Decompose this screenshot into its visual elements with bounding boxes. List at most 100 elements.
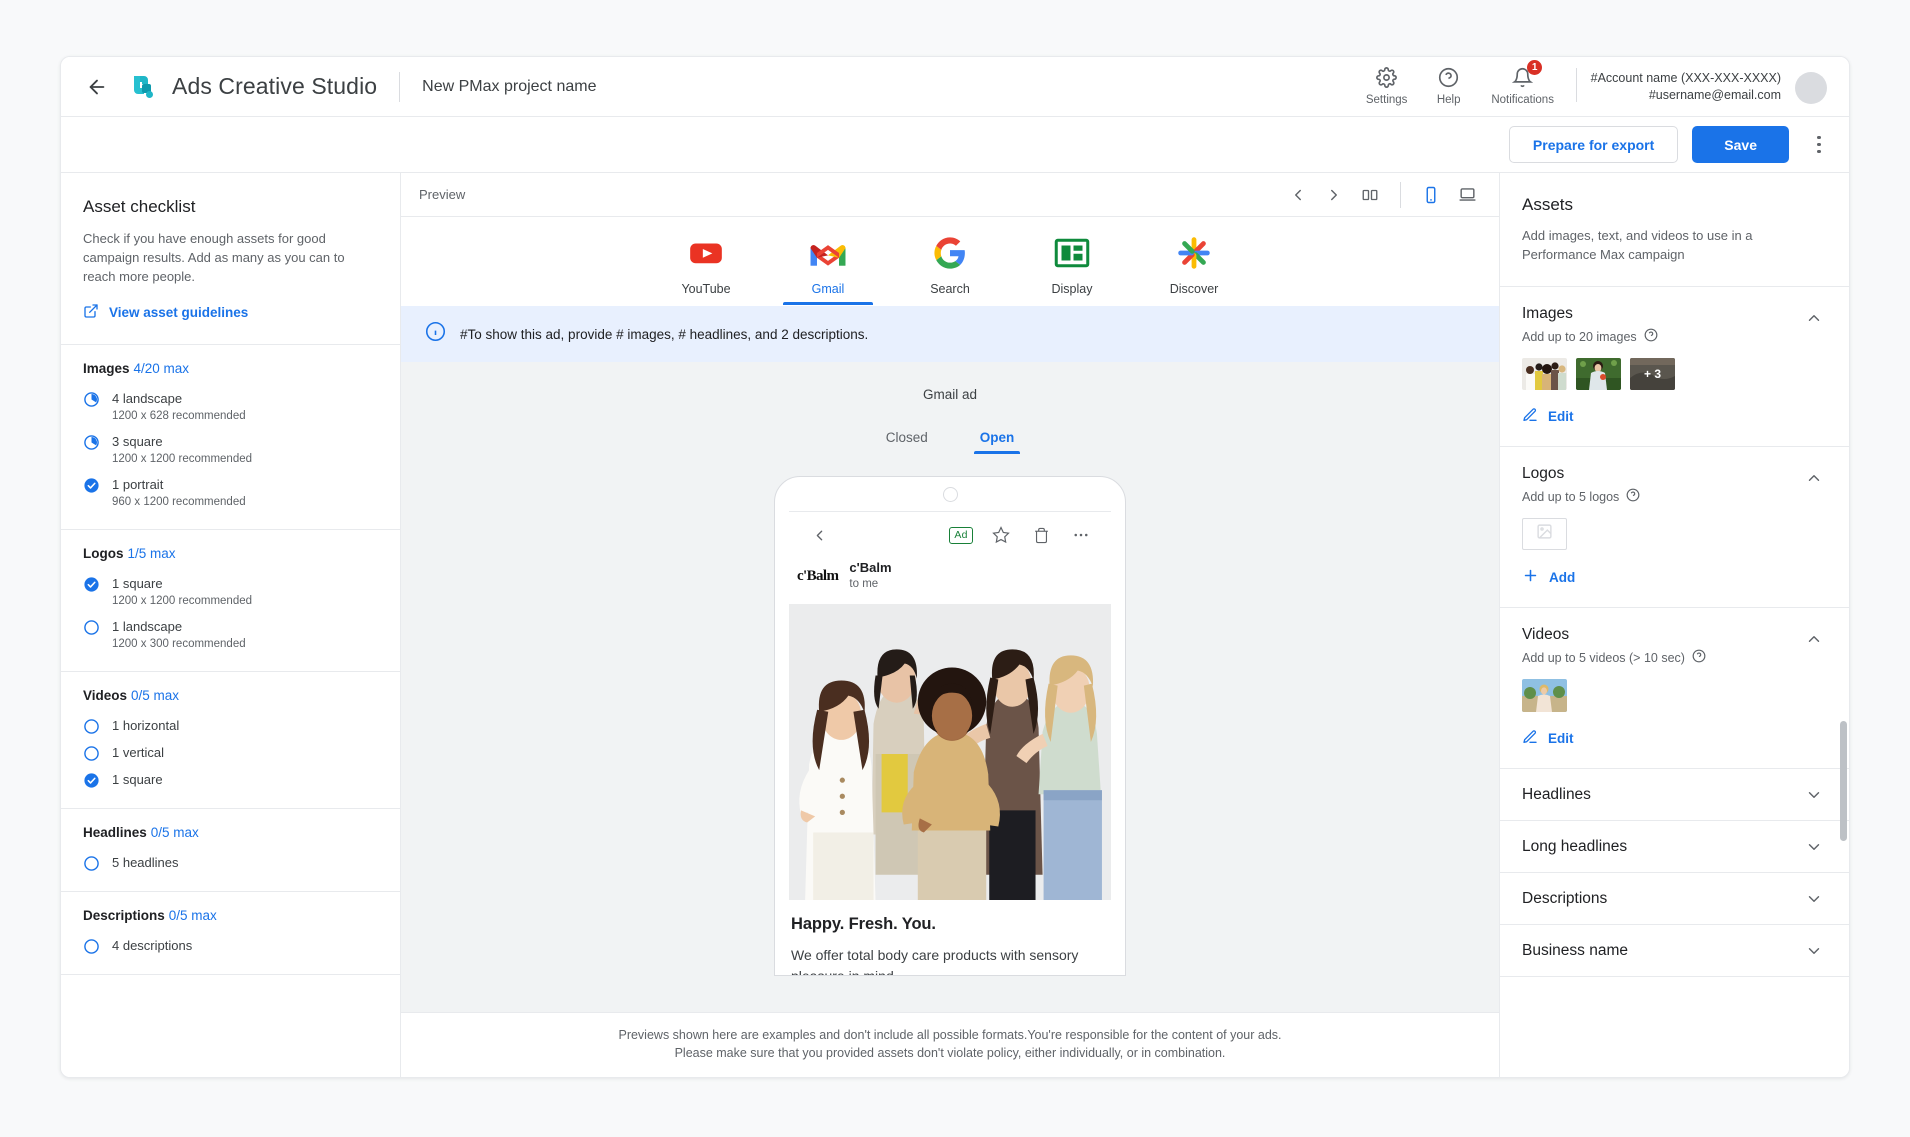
desktop-view-icon[interactable] [1449, 177, 1485, 213]
preview-pane: Preview YouTube Gmail Search Display Dis… [401, 173, 1499, 1077]
sender-recipient: to me [849, 578, 879, 590]
edit-images-link[interactable]: Edit [1522, 407, 1827, 426]
platform-tab-discover[interactable]: Discover [1133, 233, 1255, 305]
notification-badge: 1 [1527, 60, 1543, 75]
empty-circle-icon [84, 719, 99, 734]
group-name: Images [83, 361, 130, 376]
notifications-button[interactable]: 1 Notifications [1480, 60, 1566, 108]
save-button[interactable]: Save [1692, 126, 1789, 163]
settings-button[interactable]: Settings [1356, 65, 1418, 108]
assets-panel: Assets Add images, text, and videos to u… [1499, 173, 1849, 1077]
checklist-item-label: 1 landscape [112, 619, 183, 634]
platform-tab-search[interactable]: Search [889, 233, 1011, 305]
ad-state-tab-closed[interactable]: Closed [860, 424, 954, 454]
image-thumbnail[interactable] [1522, 358, 1567, 390]
video-thumbnails [1522, 679, 1827, 712]
more-options-icon[interactable] [1805, 127, 1833, 163]
ad-state-tab-open[interactable]: Open [954, 424, 1041, 454]
platform-tab-youtube[interactable]: YouTube [645, 233, 767, 305]
avatar[interactable] [1795, 72, 1827, 104]
phone-mockup: Ad c'Balm c'Balm to me Happy. Fresh. You… [774, 476, 1126, 976]
group-count: 1/5 max [127, 546, 176, 561]
mobile-view-icon[interactable] [1413, 177, 1449, 213]
next-preview-button[interactable] [1316, 177, 1352, 213]
ad-creative-image [789, 604, 1111, 900]
view-asset-guidelines-link[interactable]: View asset guidelines [83, 303, 378, 322]
checklist-item[interactable]: 5 headlines [83, 850, 378, 877]
gmail-sender-row: c'Balm c'Balm to me [789, 554, 1111, 604]
chevron-down-icon[interactable] [1801, 938, 1827, 964]
checklist-item-label: 1 square [112, 576, 163, 591]
help-button[interactable]: Help [1418, 65, 1480, 108]
ad-state-tabs: Closed Open [860, 424, 1041, 454]
assets-row-long-headlines[interactable]: Long headlines [1500, 821, 1849, 873]
platform-tab-gmail[interactable]: Gmail [767, 233, 889, 305]
checklist-item[interactable]: 1 square 1200 x 1200 recommended [83, 571, 378, 614]
checklist-item[interactable]: 1 vertical [83, 740, 378, 767]
empty-circle-icon [84, 856, 99, 871]
assets-row-descriptions[interactable]: Descriptions [1500, 873, 1849, 925]
checklist-item-label: 1 vertical [112, 745, 165, 760]
check-circle-icon [84, 577, 99, 592]
checklist-item[interactable]: 3 square 1200 x 1200 recommended [83, 429, 378, 472]
chevron-down-icon[interactable] [1801, 782, 1827, 808]
assets-title: Assets [1522, 195, 1574, 214]
assets-section-images: Images Add up to 20 images + 3 Edit [1500, 287, 1849, 447]
checklist-item-hint: 1200 x 1200 recommended [112, 453, 253, 465]
group-name: Headlines [83, 825, 147, 840]
toolbar-divider [1400, 181, 1401, 208]
logo-placeholder[interactable] [1522, 518, 1567, 550]
checklist-groups: Images 4/20 max 4 landscape 1200 x 628 reco… [61, 345, 400, 975]
split-view-icon[interactable] [1352, 177, 1388, 213]
ad-badge-label: Ad [949, 526, 973, 544]
partial-circle-icon [84, 435, 99, 450]
info-message: #To show this ad, provide # images, # he… [460, 326, 869, 342]
google-search-icon [933, 233, 967, 273]
checklist-item[interactable]: 4 landscape 1200 x 628 recommended [83, 386, 378, 429]
notifications-label: Notifications [1491, 94, 1554, 106]
edit-videos-link[interactable]: Edit [1522, 729, 1827, 748]
prepare-for-export-button[interactable]: Prepare for export [1508, 126, 1679, 163]
assets-row-headlines[interactable]: Headlines [1500, 769, 1849, 821]
image-thumbnail[interactable] [1576, 358, 1621, 390]
gmail-back-icon[interactable] [799, 527, 839, 544]
account-divider [1575, 68, 1577, 102]
back-arrow-icon[interactable] [79, 69, 115, 105]
assets-scrollbar[interactable] [1840, 721, 1847, 841]
brand[interactable]: Ads Creative Studio [125, 70, 377, 104]
checklist-item[interactable]: 4 descriptions [83, 933, 378, 960]
previous-preview-button[interactable] [1280, 177, 1316, 213]
checklist-item[interactable]: 1 landscape 1200 x 300 recommended [83, 614, 378, 657]
view-asset-guidelines-label: View asset guidelines [109, 305, 249, 320]
chevron-down-icon[interactable] [1801, 834, 1827, 860]
chevron-up-icon[interactable] [1801, 305, 1827, 331]
help-icon [1438, 65, 1459, 89]
delete-icon[interactable] [1021, 527, 1061, 544]
ads-creative-studio-logo-icon [125, 70, 159, 104]
empty-circle-icon [84, 746, 99, 761]
image-thumbnail-more[interactable]: + 3 [1630, 358, 1675, 390]
platform-tab-display[interactable]: Display [1011, 233, 1133, 305]
pencil-icon [1522, 729, 1538, 748]
help-circle-icon[interactable] [1692, 649, 1706, 666]
chevron-up-icon[interactable] [1801, 626, 1827, 652]
phone-notch [775, 477, 1125, 511]
star-icon[interactable] [981, 526, 1021, 544]
help-circle-icon[interactable] [1644, 328, 1658, 345]
add-logo-label: Add [1549, 569, 1576, 585]
video-thumbnail[interactable] [1522, 679, 1567, 712]
check-circle-icon [84, 478, 99, 493]
group-count: 0/5 max [168, 908, 217, 923]
help-circle-icon[interactable] [1626, 488, 1640, 505]
project-name[interactable]: New PMax project name [422, 78, 596, 96]
checklist-item[interactable]: 1 horizontal [83, 713, 378, 740]
ad-description: We offer total body care products with s… [791, 947, 1079, 975]
checklist-item[interactable]: 1 square [83, 767, 378, 794]
stage-title: Gmail ad [922, 387, 978, 402]
assets-row-business-name[interactable]: Business name [1500, 925, 1849, 977]
chevron-down-icon[interactable] [1801, 886, 1827, 912]
checklist-item[interactable]: 1 portrait 960 x 1200 recommended [83, 472, 378, 515]
add-logo-link[interactable]: Add [1522, 567, 1827, 587]
chevron-up-icon[interactable] [1801, 465, 1827, 491]
gmail-more-icon[interactable] [1061, 526, 1101, 544]
